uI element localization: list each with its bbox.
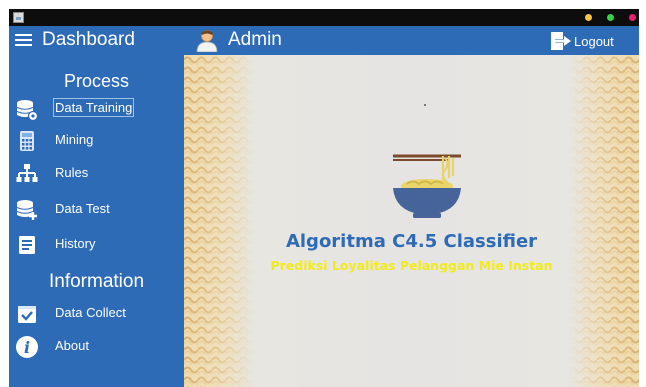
info-icon: i <box>16 336 38 358</box>
app-window: Dashboard Admin Logout Process Data Trai… <box>0 0 646 387</box>
app-icon <box>13 12 24 23</box>
sidebar-item-mining[interactable]: Mining <box>9 127 184 155</box>
history-list-icon <box>19 236 35 254</box>
sidebar-item-label: Data Training <box>53 98 135 117</box>
logout-label: Logout <box>574 33 614 49</box>
hierarchy-icon <box>16 164 38 182</box>
noodle-decoration-right <box>569 55 639 387</box>
sidebar-item-label: Mining <box>55 132 94 147</box>
section-heading-information: Information <box>48 271 145 292</box>
logout-icon <box>551 32 571 50</box>
sidebar-item-label: Data Collect <box>55 305 126 320</box>
user-name: Admin <box>228 29 282 50</box>
close-button[interactable] <box>629 14 636 21</box>
main-content: Algoritma C4.5 Classifier Prediksi Loyal… <box>184 55 639 387</box>
section-heading-process: Process <box>63 71 130 91</box>
sidebar-item-label: History <box>55 236 96 251</box>
subtitle: Prediksi Loyalitas Pelanggan Mie Instan <box>270 258 553 273</box>
maximize-button[interactable] <box>607 14 614 21</box>
noodle-decoration-left <box>184 55 254 387</box>
sidebar-item-data-collect[interactable]: Data Collect <box>9 300 184 328</box>
sidebar-item-data-training[interactable]: Data Training <box>9 96 184 124</box>
headline: Algoritma C4.5 Classifier <box>285 231 538 252</box>
minimize-button[interactable] <box>585 14 592 21</box>
sidebar-item-about[interactable]: i About <box>9 333 184 361</box>
sidebar-item-history[interactable]: History <box>9 231 184 259</box>
sidebar-item-label: Rules <box>55 165 89 180</box>
calculator-icon <box>20 131 34 151</box>
checkbox-icon <box>18 306 36 323</box>
hamburger-icon[interactable] <box>15 34 32 46</box>
database-add-icon <box>16 200 37 220</box>
svg-text:i: i <box>24 338 30 357</box>
page-title: Dashboard <box>42 29 135 50</box>
background-speck <box>424 104 426 106</box>
database-gear-icon <box>16 100 39 122</box>
window-titlebar <box>9 9 639 26</box>
sidebar-item-label: Data Test <box>55 201 110 216</box>
top-bar: Dashboard Admin Logout <box>9 26 639 55</box>
sidebar-item-data-test[interactable]: Data Test <box>9 196 184 224</box>
sidebar-item-rules[interactable]: Rules <box>9 160 184 188</box>
sidebar-item-label: About <box>55 338 89 353</box>
sidebar: Process Data Training Mining Rules Data … <box>9 55 184 387</box>
logout-button[interactable]: Logout <box>550 30 614 52</box>
user-avatar-icon <box>196 30 218 52</box>
noodle-bowl-icon <box>393 154 461 218</box>
